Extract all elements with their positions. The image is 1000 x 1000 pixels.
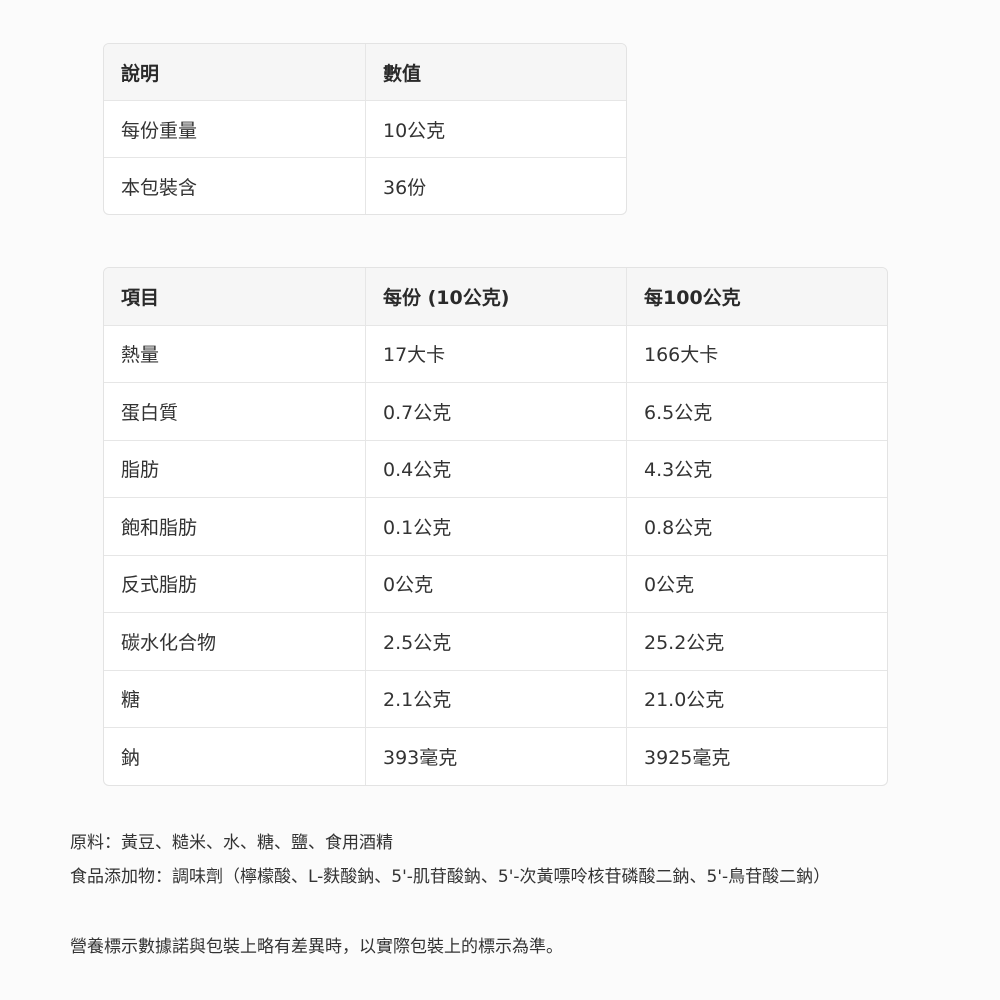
serving-info-table: 說明 數值 每份重量 10公克 本包裝含 36份 bbox=[103, 43, 627, 215]
table-row: 反式脂肪 0公克 0公克 bbox=[104, 554, 887, 612]
nutrition-table-header-row: 項目 每份 (10公克) 每100公克 bbox=[104, 268, 887, 325]
table-row: 鈉 393毫克 3925毫克 bbox=[104, 727, 887, 785]
table-row: 碳水化合物 2.5公克 25.2公克 bbox=[104, 612, 887, 670]
table-row: 本包裝含 36份 bbox=[104, 157, 626, 214]
nutrient-per-100g: 0公克 bbox=[626, 555, 887, 612]
serving-label: 每份重量 bbox=[121, 119, 198, 142]
nutrient-per-serving: 17大卡 bbox=[365, 325, 626, 382]
nutrition-facts-table: 項目 每份 (10公克) 每100公克 熱量 17大卡 166大卡 蛋白質 0.… bbox=[103, 267, 888, 786]
nutrient-name: 鈉 bbox=[121, 746, 141, 769]
serving-value: 36份 bbox=[365, 158, 626, 214]
nutrient-per-serving: 0公克 bbox=[365, 555, 626, 612]
ingredients-text: 原料：黃豆、糙米、水、糖、鹽、食用酒精 bbox=[70, 833, 393, 853]
nutrient-per-serving: 2.5公克 bbox=[365, 613, 626, 670]
nutrient-name: 糖 bbox=[121, 689, 141, 712]
nutrient-per-100g: 0.8公克 bbox=[626, 498, 887, 555]
nutrient-per-100g: 25.2公克 bbox=[626, 613, 887, 670]
nutrient-per-serving: 393毫克 bbox=[365, 728, 626, 785]
nutrient-per-100g: 3925毫克 bbox=[626, 728, 887, 785]
nutrient-per-serving: 0.4公克 bbox=[365, 440, 626, 497]
table-row: 脂肪 0.4公克 4.3公克 bbox=[104, 439, 887, 497]
table-row: 每份重量 10公克 bbox=[104, 100, 626, 157]
serving-header-value: 數值 bbox=[365, 44, 626, 100]
nutrient-per-serving: 0.7公克 bbox=[365, 383, 626, 440]
food-additives-text: 食品添加物：調味劑（檸檬酸、L-麩酸鈉、5'-肌苷酸鈉、5'-次黃嘌呤核苷磷酸二… bbox=[70, 867, 831, 887]
nutrient-per-100g: 6.5公克 bbox=[626, 383, 887, 440]
nutrient-per-100g: 4.3公克 bbox=[626, 440, 887, 497]
nutrient-name: 蛋白質 bbox=[121, 401, 179, 424]
nutrient-per-serving: 2.1公克 bbox=[365, 670, 626, 727]
serving-label: 本包裝含 bbox=[121, 176, 198, 199]
nutrition-header-per-serving: 每份 (10公克) bbox=[365, 268, 626, 325]
nutrition-header-per-100g: 每100公克 bbox=[626, 268, 887, 325]
table-row: 糖 2.1公克 21.0公克 bbox=[104, 669, 887, 727]
disclaimer-text: 營養標示數據諾與包裝上略有差異時，以實際包裝上的標示為準。 bbox=[70, 937, 563, 957]
nutrient-per-100g: 21.0公克 bbox=[626, 670, 887, 727]
nutrient-name: 反式脂肪 bbox=[121, 574, 198, 597]
table-row: 飽和脂肪 0.1公克 0.8公克 bbox=[104, 497, 887, 555]
nutrient-name: 脂肪 bbox=[121, 459, 160, 482]
nutrient-name: 熱量 bbox=[121, 344, 160, 367]
nutrient-name: 碳水化合物 bbox=[121, 631, 217, 654]
nutrition-header-item: 項目 bbox=[121, 286, 160, 309]
nutrient-name: 飽和脂肪 bbox=[121, 516, 198, 539]
table-row: 熱量 17大卡 166大卡 bbox=[104, 324, 887, 382]
serving-table-header-row: 說明 數值 bbox=[104, 44, 626, 100]
nutrient-per-100g: 166大卡 bbox=[626, 325, 887, 382]
table-row: 蛋白質 0.7公克 6.5公克 bbox=[104, 382, 887, 440]
nutrient-per-serving: 0.1公克 bbox=[365, 498, 626, 555]
serving-value: 10公克 bbox=[365, 101, 626, 157]
serving-header-description: 說明 bbox=[121, 62, 160, 85]
